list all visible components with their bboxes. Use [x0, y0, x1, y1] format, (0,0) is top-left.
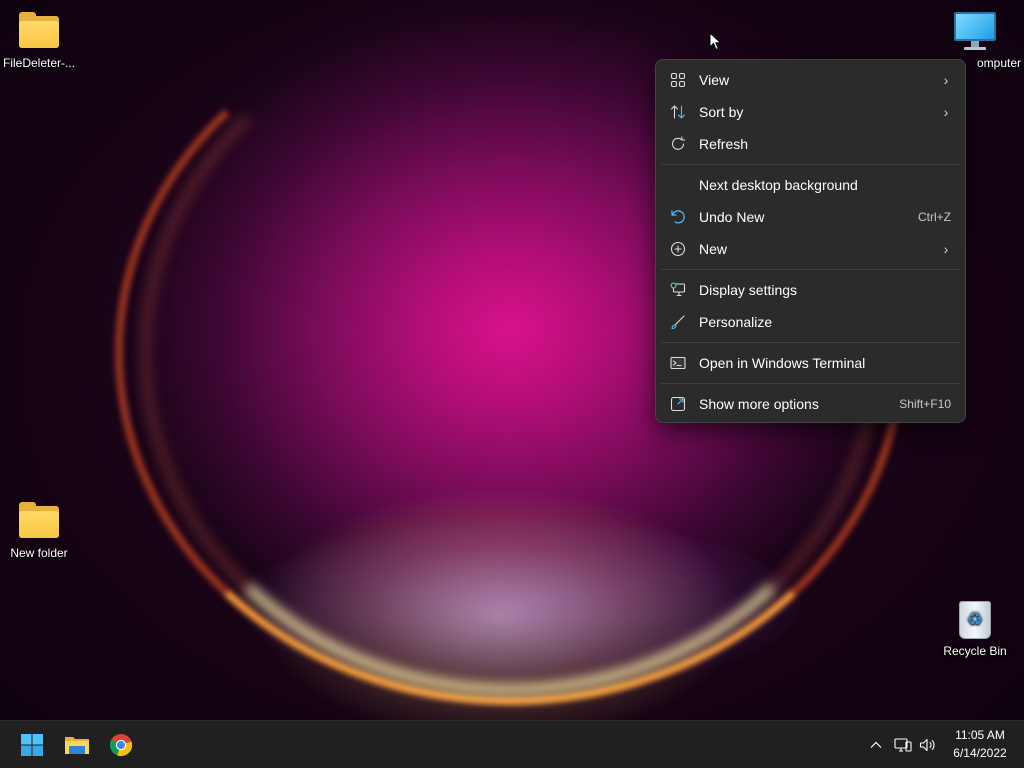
desktop-icon-filedeleter[interactable]: FileDeleter-... — [0, 10, 79, 70]
desktop-icon-recycle-bin[interactable]: ♻ Recycle Bin — [935, 598, 1015, 658]
folder-icon — [15, 10, 63, 52]
refresh-icon — [670, 136, 686, 152]
network-icon — [894, 738, 912, 752]
chevron-right-icon: › — [943, 241, 949, 257]
desktop-icon-label: omputer — [976, 56, 1021, 70]
volume-button[interactable] — [916, 733, 940, 757]
desktop-icon-label: Recycle Bin — [943, 644, 1007, 658]
menu-separator — [661, 383, 960, 384]
file-explorer-icon — [65, 737, 89, 754]
sort-arrows-icon — [670, 104, 686, 120]
brush-icon — [670, 314, 686, 330]
taskbar-chrome[interactable] — [101, 725, 141, 765]
menu-item-display-settings[interactable]: Display settings — [656, 274, 965, 306]
menu-item-undo-new[interactable]: Undo New Ctrl+Z — [656, 201, 965, 233]
grid-view-icon — [670, 72, 686, 88]
terminal-icon — [670, 355, 686, 371]
chevron-right-icon: › — [943, 104, 949, 120]
desktop-icon-label: New folder — [10, 546, 68, 560]
menu-item-refresh[interactable]: Refresh — [656, 128, 965, 160]
windows-start-icon — [21, 734, 43, 756]
mouse-cursor-icon — [709, 32, 722, 51]
menu-item-shortcut: Shift+F10 — [899, 397, 951, 411]
menu-item-open-terminal[interactable]: Open in Windows Terminal — [656, 347, 965, 379]
desktop[interactable]: FileDeleter-... New folder omputer ♻ Rec… — [0, 0, 1024, 720]
taskbar-clock[interactable]: 11:05 AM 6/14/2022 — [944, 726, 1016, 764]
menu-item-label: New — [699, 241, 728, 257]
undo-icon — [670, 209, 686, 225]
menu-item-label: Refresh — [699, 136, 749, 152]
desktop-icon-label: FileDeleter-... — [2, 56, 76, 70]
menu-item-label: Sort by — [699, 104, 744, 120]
computer-icon — [951, 10, 999, 52]
menu-item-personalize[interactable]: Personalize — [656, 306, 965, 338]
folder-icon — [15, 500, 63, 542]
menu-item-shortcut: Ctrl+Z — [918, 210, 951, 224]
start-button[interactable] — [12, 725, 52, 765]
network-button[interactable] — [891, 733, 915, 757]
clock-time: 11:05 AM — [955, 728, 1005, 742]
menu-item-sort-by[interactable]: Sort by › — [656, 96, 965, 128]
menu-item-label: Open in Windows Terminal — [699, 355, 866, 371]
menu-item-label: Undo New — [699, 209, 765, 225]
menu-separator — [661, 164, 960, 165]
menu-separator — [661, 269, 960, 270]
chevron-right-icon: › — [943, 72, 949, 88]
recycle-bin-icon: ♻ — [951, 598, 999, 640]
menu-item-view[interactable]: View › — [656, 64, 965, 96]
menu-separator — [661, 342, 960, 343]
taskbar: 11:05 AM 6/14/2022 — [0, 720, 1024, 768]
display-settings-icon — [670, 282, 686, 298]
taskbar-file-explorer[interactable] — [57, 725, 97, 765]
menu-item-label: View — [699, 72, 730, 88]
desktop-context-menu: View › Sort by › Refresh Next desktop ba… — [655, 59, 966, 423]
menu-item-label: Next desktop background — [699, 177, 858, 193]
volume-icon — [919, 738, 935, 752]
expand-options-icon — [670, 396, 686, 412]
chrome-icon — [109, 734, 133, 757]
menu-item-show-more-options[interactable]: Show more options Shift+F10 — [656, 388, 965, 420]
show-hidden-icons-button[interactable] — [864, 733, 888, 757]
menu-item-label: Personalize — [699, 314, 773, 330]
clock-date: 6/14/2022 — [953, 746, 1007, 760]
menu-item-label: Display settings — [699, 282, 798, 298]
chevron-up-icon — [870, 741, 882, 748]
menu-item-next-background[interactable]: Next desktop background — [656, 169, 965, 201]
plus-circle-icon — [670, 241, 686, 257]
menu-item-label: Show more options — [699, 396, 819, 412]
desktop-icon-new-folder[interactable]: New folder — [0, 500, 79, 560]
menu-item-new[interactable]: New › — [656, 233, 965, 265]
